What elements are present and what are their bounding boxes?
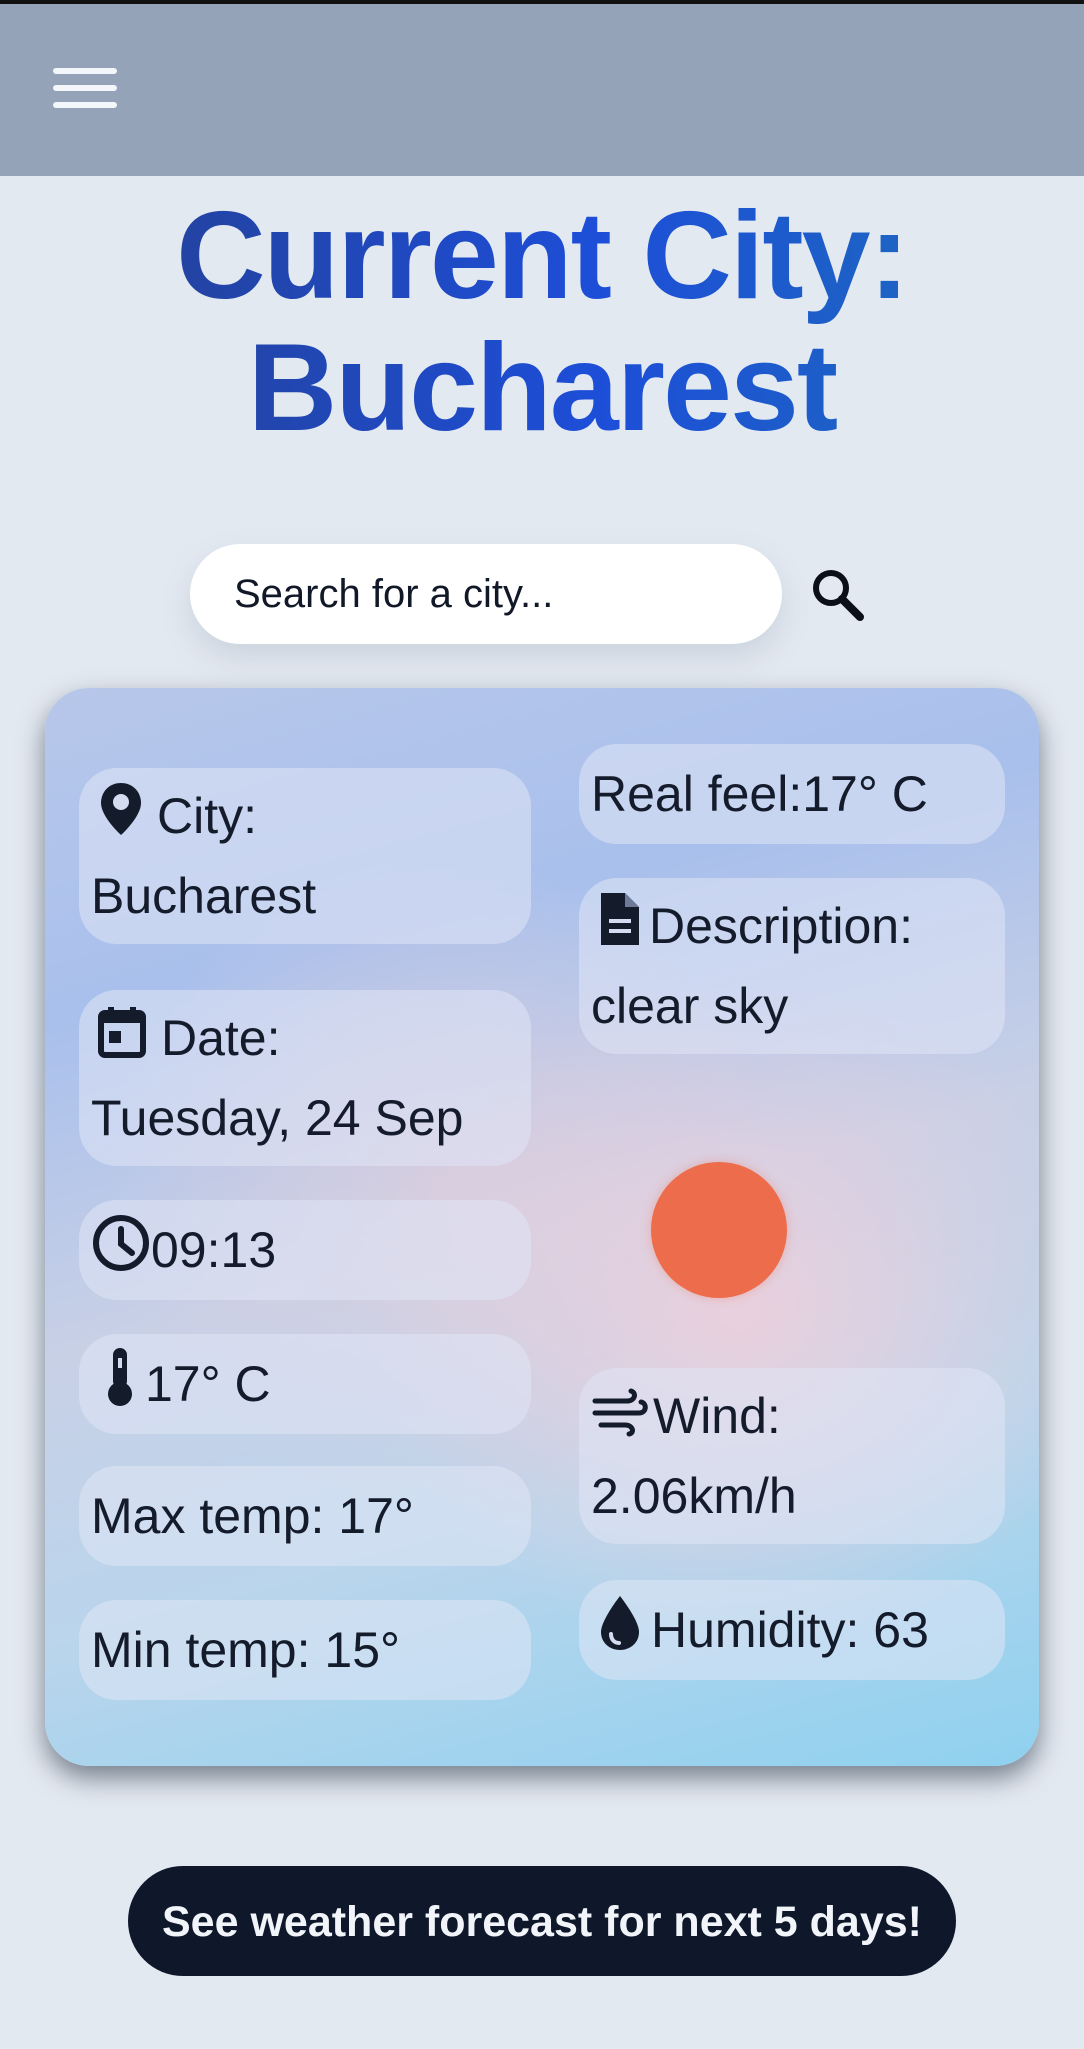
humidity-value: Humidity: 63 bbox=[651, 1602, 929, 1658]
forecast-button[interactable]: See weather forecast for next 5 days! bbox=[128, 1866, 956, 1976]
time-value: 09:13 bbox=[151, 1222, 277, 1278]
clock-icon bbox=[91, 1213, 151, 1294]
time-info: 09:13 bbox=[79, 1200, 531, 1300]
description-value: clear sky bbox=[591, 978, 789, 1035]
weather-card: City: Bucharest Date: Tuesday, 24 Sep 09… bbox=[45, 688, 1039, 1766]
city-label: City: bbox=[157, 788, 257, 844]
location-pin-icon bbox=[99, 781, 143, 858]
thermometer-icon bbox=[103, 1346, 137, 1429]
sun-icon bbox=[651, 1162, 787, 1298]
max-temp-info: Max temp: 17° bbox=[79, 1466, 531, 1566]
wind-info: Wind: 2.06km/h bbox=[579, 1368, 1005, 1544]
real-feel-value: Real feel:17° C bbox=[591, 766, 928, 822]
document-icon bbox=[597, 891, 643, 968]
wind-label: Wind: bbox=[653, 1388, 781, 1444]
humidity-info: Humidity: 63 bbox=[579, 1580, 1005, 1680]
page-title-city: Bucharest bbox=[247, 319, 837, 457]
hamburger-menu-icon[interactable] bbox=[53, 68, 117, 116]
min-temp-info: Min temp: 15° bbox=[79, 1600, 531, 1700]
min-temp-value: Min temp: 15° bbox=[91, 1622, 401, 1678]
page-title: Current City: Bucharest bbox=[0, 190, 1084, 454]
description-label: Description: bbox=[649, 898, 913, 954]
search-icon[interactable] bbox=[808, 565, 868, 625]
app-header bbox=[0, 4, 1084, 176]
city-info: City: Bucharest bbox=[79, 768, 531, 944]
city-value: Bucharest bbox=[91, 868, 317, 925]
calendar-icon bbox=[97, 1004, 147, 1080]
date-label: Date: bbox=[161, 1010, 281, 1066]
max-temp-value: Max temp: 17° bbox=[91, 1488, 414, 1544]
description-info: Description: clear sky bbox=[579, 878, 1005, 1054]
search-bar bbox=[190, 544, 782, 644]
temperature-info: 17° C bbox=[79, 1334, 531, 1434]
page-title-line1: Current City: bbox=[176, 187, 908, 325]
wind-icon bbox=[591, 1382, 649, 1458]
search-input[interactable] bbox=[190, 544, 782, 644]
date-value: Tuesday, 24 Sep bbox=[91, 1089, 464, 1146]
real-feel-info: Real feel:17° C bbox=[579, 744, 1005, 844]
temperature-value: 17° C bbox=[145, 1356, 271, 1412]
wind-value: 2.06km/h bbox=[591, 1467, 797, 1524]
date-info: Date: Tuesday, 24 Sep bbox=[79, 990, 531, 1166]
water-drop-icon bbox=[597, 1594, 643, 1673]
